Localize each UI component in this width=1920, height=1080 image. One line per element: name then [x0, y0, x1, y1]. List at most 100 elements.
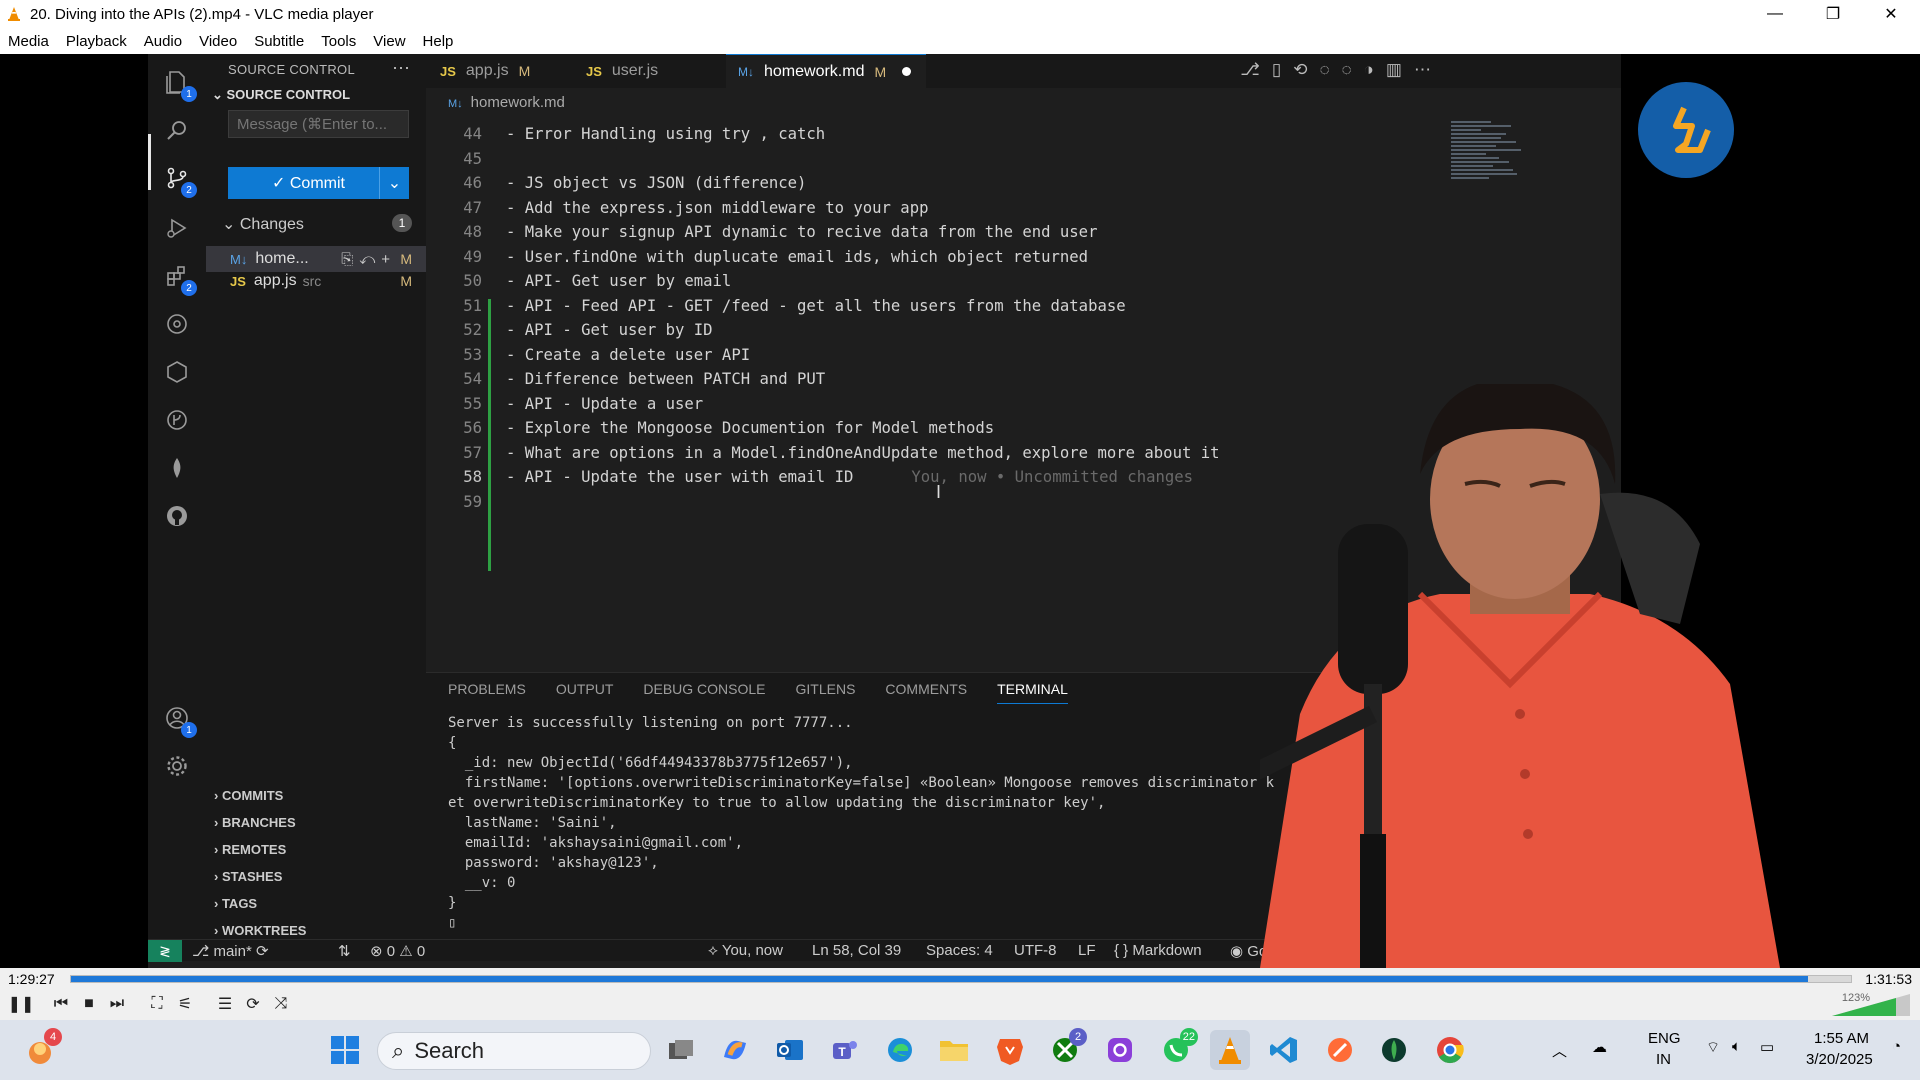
menu-media[interactable]: Media	[8, 33, 49, 50]
pause-icon[interactable]: ❚❚	[8, 992, 35, 1016]
search-icon[interactable]	[161, 114, 193, 146]
file-explorer-icon[interactable]	[934, 1030, 974, 1070]
clock-date[interactable]: 3/20/2025	[1806, 1051, 1873, 1068]
speaker-icon[interactable]: 🔈︎	[1732, 1038, 1741, 1055]
menu-help[interactable]: Help	[423, 33, 454, 50]
accounts-icon[interactable]: 1	[161, 702, 197, 738]
next-icon[interactable]: ⏭	[104, 992, 130, 1016]
copilot-icon[interactable]	[715, 1030, 755, 1070]
clock-time[interactable]: 1:55 AM	[1814, 1030, 1869, 1047]
menu-video[interactable]: Video	[199, 33, 237, 50]
menu-tools[interactable]: Tools	[321, 33, 356, 50]
tree-worktrees[interactable]: › WORKTREES	[214, 923, 306, 938]
mongodb-icon[interactable]	[161, 452, 193, 484]
scm-section-title[interactable]: ⌄ SOURCE CONTROL	[212, 87, 350, 103]
maximize-button[interactable]: ❐	[1804, 0, 1862, 28]
tab-gitlens[interactable]: GITLENS	[796, 681, 856, 704]
unsaved-dot-icon[interactable]	[902, 67, 912, 76]
terminal-prompt[interactable]: ▯	[448, 915, 1274, 935]
terminal-output[interactable]: Server is successfully listening on port…	[448, 715, 1274, 935]
seek-bar[interactable]	[70, 975, 1852, 983]
commit-message-input[interactable]	[228, 110, 409, 138]
encoding[interactable]: UTF-8	[1014, 942, 1057, 959]
taskbar-search[interactable]: ⌕ Search	[377, 1032, 651, 1070]
remote-explorer-icon[interactable]	[161, 356, 193, 388]
video-frame[interactable]: 1 2 2 1 SOURCE CONTROL ⋯ ⌄ SOURCE CONTRO…	[0, 54, 1920, 968]
tab-comments[interactable]: COMMENTS	[885, 681, 967, 704]
cursor-position[interactable]: Ln 58, Col 39	[812, 942, 901, 959]
tab-homework-md[interactable]: M↓ homework.md M	[726, 54, 926, 88]
more-actions-icon[interactable]: ⋯	[392, 58, 410, 79]
instagram-icon[interactable]	[1100, 1030, 1140, 1070]
close-button[interactable]: ✕	[1862, 0, 1920, 28]
minimap[interactable]	[1451, 119, 1523, 219]
postman-icon[interactable]	[1320, 1030, 1360, 1070]
indentation[interactable]: Spaces: 4	[926, 942, 993, 959]
brave-icon[interactable]	[990, 1030, 1030, 1070]
tree-remotes[interactable]: › REMOTES	[214, 842, 286, 857]
vlc-taskbar-icon[interactable]	[1210, 1030, 1250, 1070]
tab-problems[interactable]: PROBLEMS	[448, 681, 526, 704]
widgets-icon[interactable]: 4	[20, 1028, 62, 1070]
minimize-button[interactable]: —	[1746, 0, 1804, 28]
github-icon[interactable]	[161, 500, 193, 532]
tab-debug-console[interactable]: DEBUG CONSOLE	[643, 681, 765, 704]
menu-audio[interactable]: Audio	[144, 33, 182, 50]
vscode-taskbar-icon[interactable]	[1264, 1030, 1304, 1070]
source-control-icon[interactable]: 2	[161, 162, 197, 198]
chevron-up-icon[interactable]: ︿	[1552, 1040, 1567, 1061]
git-graph-icon[interactable]	[161, 404, 193, 436]
notifications-icon[interactable]: ◔	[1892, 1038, 1901, 1055]
remote-icon[interactable]: ≷	[148, 940, 182, 962]
file-actions[interactable]: ⎘↶+	[341, 251, 396, 268]
tab-terminal[interactable]: TERMINAL	[997, 681, 1068, 704]
whatsapp-icon[interactable]: 22	[1156, 1028, 1198, 1070]
branch-indicator[interactable]: ⎇ main* ⟳	[192, 942, 269, 960]
start-icon[interactable]	[325, 1030, 365, 1070]
volume-slider[interactable]	[1832, 994, 1910, 1016]
blame-indicator[interactable]: ⟡ You, now	[708, 942, 783, 959]
gitlens-icon[interactable]	[161, 308, 193, 340]
problems-indicator[interactable]: ⊗ 0 ⚠ 0	[370, 942, 425, 960]
menu-playback[interactable]: Playback	[66, 33, 127, 50]
settings-gear-icon[interactable]	[161, 750, 193, 782]
changes-group[interactable]: ⌄ Changes	[222, 214, 412, 234]
onedrive-icon[interactable]: ☁	[1592, 1038, 1607, 1056]
xbox-icon[interactable]: 2	[1045, 1028, 1087, 1070]
outlook-icon[interactable]	[770, 1030, 810, 1070]
teams-icon[interactable]: T	[824, 1030, 864, 1070]
tab-user-js[interactable]: JS user.js	[586, 54, 721, 88]
menu-view[interactable]: View	[373, 33, 405, 50]
playlist-icon[interactable]: ☰	[212, 992, 238, 1016]
previous-icon[interactable]: ⏮	[48, 992, 74, 1016]
battery-icon[interactable]: ▭	[1760, 1038, 1774, 1056]
edge-icon[interactable]	[880, 1030, 920, 1070]
chevron-down-icon[interactable]: ⌄	[379, 167, 409, 199]
extended-settings-icon[interactable]: ⚟	[172, 992, 198, 1016]
tree-stashes[interactable]: › STASHES	[214, 869, 282, 884]
tab-app-js[interactable]: JS app.js M	[440, 54, 580, 88]
changed-file-app[interactable]: JS app.js src M	[206, 268, 426, 294]
chrome-icon[interactable]	[1430, 1030, 1470, 1070]
menu-subtitle[interactable]: Subtitle	[254, 33, 304, 50]
language-mode[interactable]: { } Markdown	[1114, 942, 1202, 959]
mongodb-compass-icon[interactable]	[1374, 1030, 1414, 1070]
line-ending[interactable]: LF	[1078, 942, 1096, 959]
sync-icon[interactable]: ⇅	[338, 942, 351, 960]
tree-branches[interactable]: › BRANCHES	[214, 815, 296, 830]
explorer-icon[interactable]: 1	[161, 66, 197, 102]
wifi-icon[interactable]: ⌔	[1706, 1038, 1720, 1057]
tree-commits[interactable]: › COMMITS	[214, 788, 283, 803]
fullscreen-icon[interactable]: ⛶	[144, 992, 170, 1016]
shuffle-icon[interactable]: ⤨	[268, 992, 294, 1016]
editor-actions[interactable]: ⎇▯⟲◌◌◑▥⋯	[1240, 60, 1443, 80]
run-debug-icon[interactable]	[161, 212, 193, 244]
task-view-icon[interactable]	[661, 1030, 701, 1070]
stop-icon[interactable]: ■	[76, 992, 102, 1016]
tab-output[interactable]: OUTPUT	[556, 681, 614, 704]
loop-icon[interactable]: ⟳	[240, 992, 266, 1016]
commit-button[interactable]: ✓ Commit ⌄	[228, 167, 409, 199]
extensions-icon[interactable]: 2	[161, 260, 197, 296]
breadcrumb[interactable]: M↓ homework.md	[448, 94, 565, 111]
tree-tags[interactable]: › TAGS	[214, 896, 257, 911]
